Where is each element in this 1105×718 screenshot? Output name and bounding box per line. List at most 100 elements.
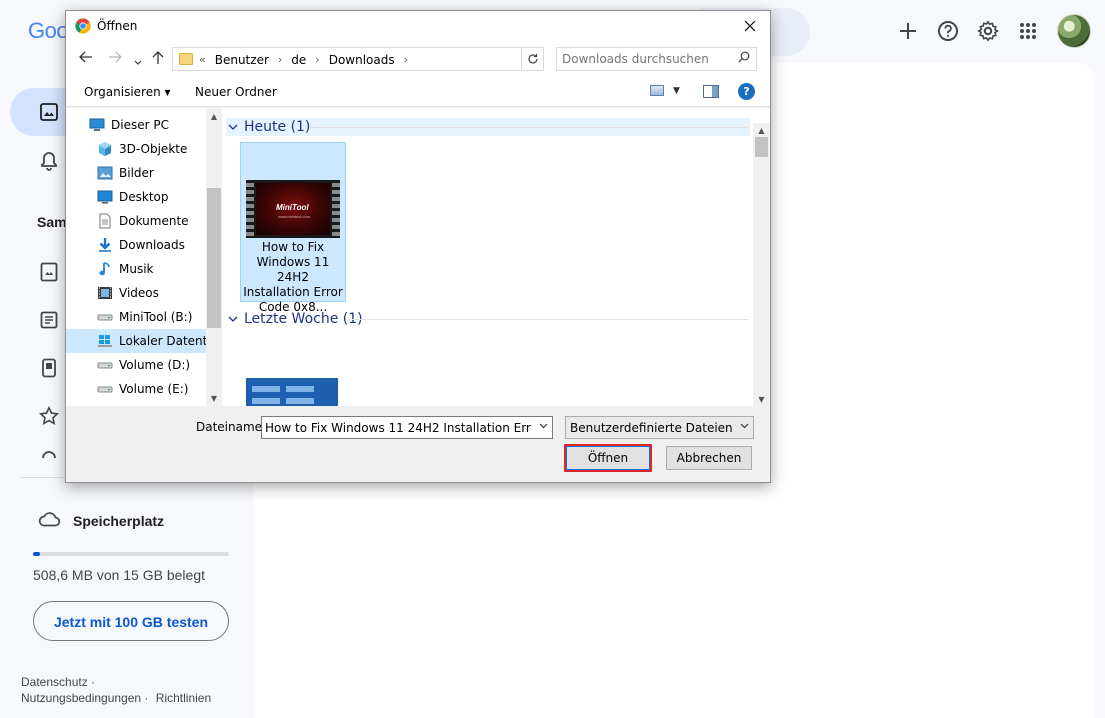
filename-combobox[interactable] [261,416,553,439]
back-arrow-icon[interactable] [79,51,93,67]
tree-item-videos[interactable]: Videos [66,281,206,305]
recent-locations-chevron-icon[interactable] [134,54,142,70]
policies-link[interactable]: Richtlinien [156,691,211,705]
organize-menu-button[interactable]: Organisieren ▾ [84,85,171,99]
breadcrumb-benutzer[interactable]: Benutzer [215,53,269,67]
tree-item-desktop[interactable]: Desktop [66,185,206,209]
bell-icon[interactable] [38,150,60,172]
dialog-titlebar[interactable]: Öffnen [66,11,770,41]
tree-item-bilder[interactable]: Bilder [66,161,206,185]
breadcrumb: « Benutzer › de › Downloads › [199,53,417,67]
device-icon[interactable] [38,357,60,379]
scroll-up-icon[interactable]: ▲ [206,108,222,124]
scrollbar-thumb[interactable] [755,137,768,157]
thumbnail-tile [286,398,314,404]
breadcrumb-overflow[interactable]: « [199,53,206,67]
address-row: « Benutzer › de › Downloads › [66,41,770,77]
documents-icon [97,213,113,229]
tree-item-label: Lokaler Datenträ [119,334,206,348]
account-avatar[interactable] [1057,14,1091,48]
storage-progress-bar [33,552,229,556]
file-list-area: Heute (1) MiniTool www.minitool.com How … [222,108,770,406]
help-icon[interactable] [933,16,963,46]
breadcrumb-chevron-icon[interactable]: › [278,53,282,67]
star-icon[interactable] [38,405,60,427]
filetype-value: Benutzerdefinierte Dateien [570,421,733,435]
terms-link[interactable]: Nutzungsbedingungen · [21,691,148,705]
filename-input[interactable] [265,420,531,435]
file-item-selected[interactable]: MiniTool www.minitool.com How to Fix Win… [240,142,346,314]
tree-item-minitool-b[interactable]: MiniTool (B:) [66,305,206,329]
help-icon[interactable]: ? [738,83,755,100]
filetype-dropdown-icon[interactable] [740,421,749,432]
refresh-icon[interactable] [521,48,543,70]
new-folder-button[interactable]: Neuer Ordner [195,85,277,99]
file-list-scrollbar[interactable]: ▲ ▼ [753,123,770,406]
dialog-title: Öffnen [97,19,138,33]
scroll-down-icon[interactable]: ▼ [753,392,770,406]
tree-item-3d-objekte[interactable]: 3D-Objekte [66,137,206,161]
close-icon[interactable] [730,11,770,41]
chrome-icon [75,18,91,34]
minitool-logo-text: MiniTool [276,203,309,212]
tree-item-label: Desktop [119,190,169,204]
search-icon[interactable] [738,51,750,67]
apps-grid-icon[interactable] [1013,16,1043,46]
scrollbar-thumb[interactable] [207,188,221,328]
add-icon[interactable] [893,16,923,46]
change-view-icon[interactable] [650,85,664,96]
filename-dropdown-icon[interactable] [539,421,548,432]
view-options-chevron-icon[interactable]: ▼ [673,86,680,96]
tree-item-musik[interactable]: Musik [66,257,206,281]
drive-icon [97,357,113,373]
privacy-link[interactable]: Datenschutz · [21,675,95,689]
search-input[interactable] [562,51,732,67]
tree-item-label: Volume (D:) [119,358,191,372]
forward-arrow-icon[interactable] [108,51,122,67]
breadcrumb-de[interactable]: de [291,53,306,67]
navigation-tree: Dieser PC 3D-Objekte Bilder Desktop Dokument… [66,108,222,406]
settings-icon[interactable] [973,16,1003,46]
document-icon[interactable] [38,309,60,331]
tree-item-label: Downloads [119,238,185,252]
search-field[interactable] [556,47,757,71]
breadcrumb-chevron-icon[interactable]: › [404,53,408,67]
storage-label[interactable]: Speicherplatz [73,513,164,529]
collapse-chevron-icon[interactable] [228,313,238,326]
breadcrumb-downloads[interactable]: Downloads [329,53,395,67]
google-logo: Goo [28,18,69,43]
storage-progress-fill [33,552,40,556]
upgrade-storage-button[interactable]: Jetzt mit 100 GB testen [33,601,229,641]
tree-item-downloads[interactable]: Downloads [66,233,206,257]
tree-item-volume-e[interactable]: Volume (E:) [66,377,206,401]
folder-icon [179,53,193,65]
tree-item-dieser-pc[interactable]: Dieser PC [66,113,206,137]
scroll-down-icon[interactable]: ▼ [206,390,222,406]
breadcrumb-chevron-icon[interactable]: › [315,53,319,67]
address-bar[interactable]: « Benutzer › de › Downloads › [172,47,619,71]
file-item-partial-thumbnail[interactable] [246,378,338,406]
group-divider [352,319,748,320]
preview-pane-icon[interactable] [703,85,719,98]
collapse-chevron-icon[interactable] [228,121,238,134]
music-note-icon [97,261,113,277]
tree-scrollbar[interactable]: ▲ ▼ [206,108,222,406]
album-icon[interactable] [38,261,60,283]
group-header-today[interactable]: Heute (1) [228,117,310,137]
group-divider [310,127,748,128]
tree-item-label: Dieser PC [111,118,169,132]
cube-3d-icon [97,141,113,157]
tree-item-volume-d[interactable]: Volume (D:) [66,353,206,377]
tree-item-dokumente[interactable]: Dokumente [66,209,206,233]
tree-item-lokaler-datenträ[interactable]: Lokaler Datenträ [66,329,206,353]
cancel-button[interactable]: Abbrechen [666,446,752,470]
group-header-last-week[interactable]: Letzte Woche (1) [228,309,363,329]
tree-item-label: MiniTool (B:) [119,310,193,324]
scroll-up-icon[interactable]: ▲ [753,123,770,137]
thumbnail-tile [286,386,314,392]
windows-drive-icon [97,333,113,349]
filetype-select[interactable]: Benutzerdefinierte Dateien [565,416,754,439]
up-arrow-icon[interactable] [152,51,164,69]
group-label: Heute (1) [244,119,311,135]
file-open-dialog: Öffnen « Benutzer › de › Downloads › Dow… [65,10,771,483]
